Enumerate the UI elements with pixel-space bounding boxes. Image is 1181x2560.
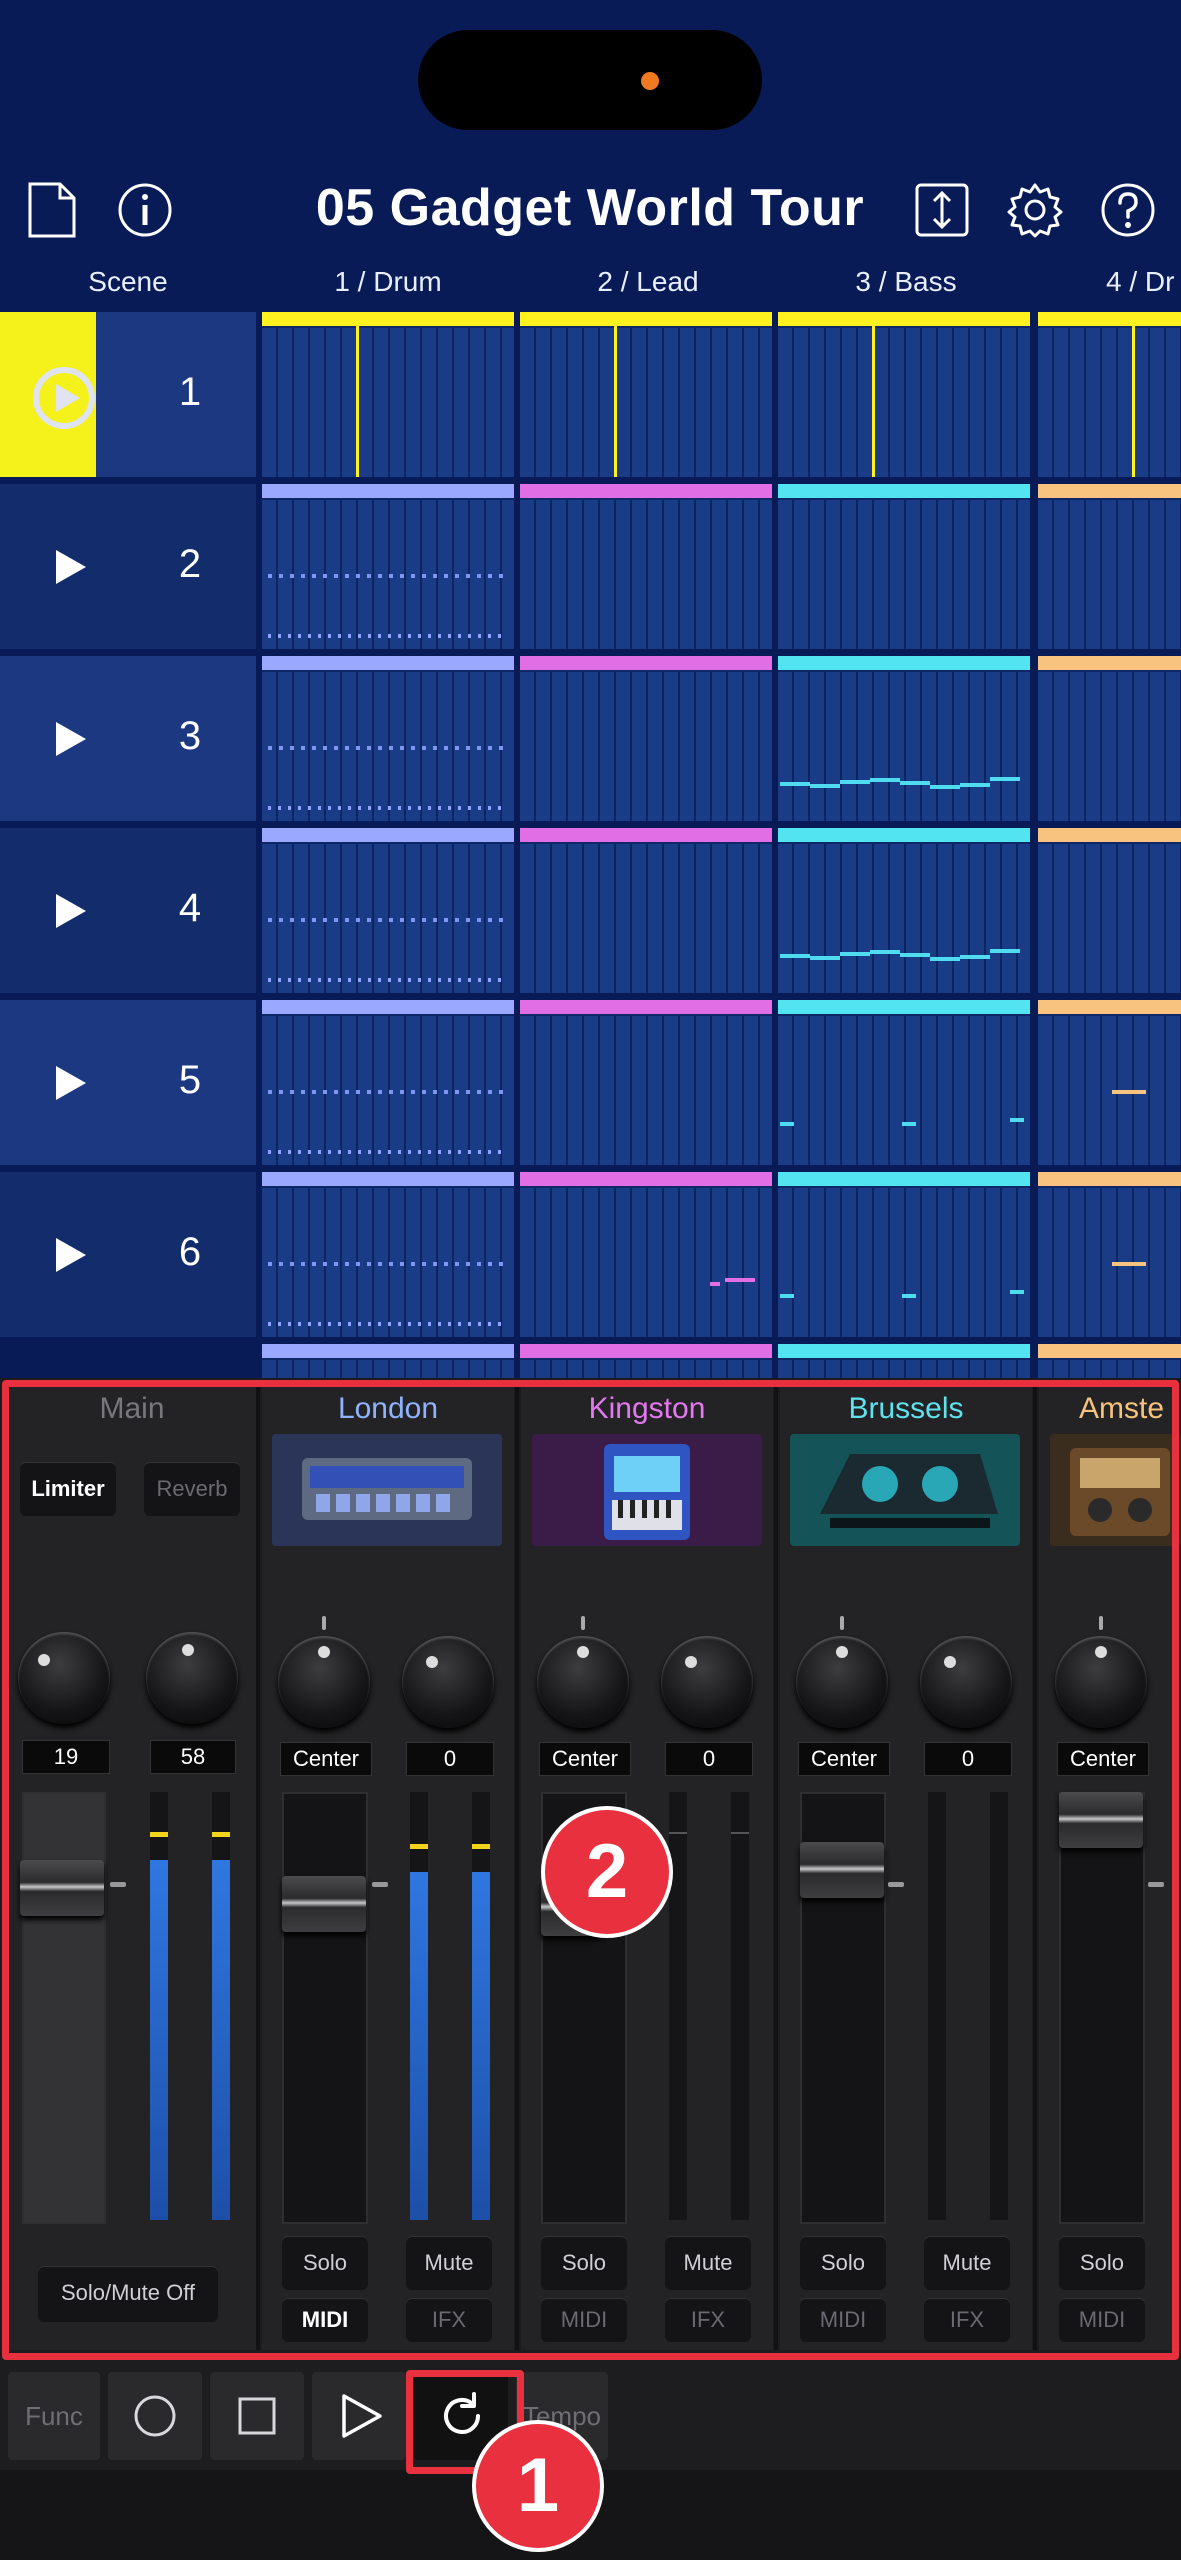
scene-row-5[interactable]: 5	[0, 1000, 256, 1165]
clip-cell[interactable]	[520, 484, 772, 649]
clip-cell[interactable]	[778, 1000, 1030, 1165]
scene-number: 5	[178, 1058, 202, 1102]
scene-play-icon[interactable]	[44, 542, 94, 592]
settings-gear-icon[interactable]	[1005, 180, 1065, 240]
scene-number: 2	[178, 542, 202, 586]
annotation-badge-2: 2	[545, 1810, 669, 1934]
clip-cell[interactable]	[262, 1000, 514, 1165]
clip-cell[interactable]	[262, 1172, 514, 1337]
clip-cell[interactable]	[1038, 484, 1181, 649]
clip-cell[interactable]	[778, 656, 1030, 821]
record-button[interactable]	[108, 2372, 202, 2460]
track-header-2[interactable]: 2 / Lead	[520, 266, 776, 302]
clip-cell[interactable]	[1038, 828, 1181, 993]
track-header-3[interactable]: 3 / Bass	[778, 266, 1034, 302]
resize-icon[interactable]	[912, 180, 972, 240]
scene-number: 1	[178, 370, 202, 414]
page-title: 05 Gadget World Tour	[315, 179, 865, 237]
clip-cell[interactable]	[1038, 656, 1181, 821]
scene-play-icon[interactable]	[44, 1058, 94, 1108]
scene-play-icon[interactable]	[44, 1230, 94, 1280]
clip-cell[interactable]	[520, 1000, 772, 1165]
dynamic-island	[418, 30, 762, 130]
annotation-badge-1: 1	[476, 2424, 600, 2548]
play-button[interactable]	[312, 2372, 406, 2460]
clip-cell[interactable]	[778, 828, 1030, 993]
clip-cell[interactable]	[778, 1344, 1030, 1378]
scene-number: 6	[178, 1230, 202, 1274]
recording-indicator	[641, 72, 659, 90]
clip-cell[interactable]	[520, 1344, 772, 1378]
scene-row-3[interactable]: 3	[0, 656, 256, 821]
track-header-1[interactable]: 1 / Drum	[260, 266, 516, 302]
clip-cell[interactable]	[262, 656, 514, 821]
scene-column-header: Scene	[88, 266, 168, 297]
scene-row-6[interactable]: 6	[0, 1172, 256, 1337]
clip-cell[interactable]	[520, 312, 772, 477]
clip-cell[interactable]	[262, 1344, 514, 1378]
clip-cell[interactable]	[778, 484, 1030, 649]
help-icon[interactable]	[1098, 180, 1158, 240]
scene-row-1[interactable]: 1	[0, 312, 256, 477]
track-header-4[interactable]: 4 / Dr	[1040, 266, 1181, 302]
clip-cell[interactable]	[1038, 1172, 1181, 1337]
scene-play-icon[interactable]	[30, 364, 98, 432]
clip-cell[interactable]	[520, 656, 772, 821]
record-icon	[134, 2395, 176, 2437]
scene-row-4[interactable]: 4	[0, 828, 256, 993]
clip-cell[interactable]	[1038, 1344, 1181, 1378]
clip-cell[interactable]	[520, 828, 772, 993]
play-icon	[342, 2394, 382, 2438]
clip-cell[interactable]	[520, 1172, 772, 1337]
info-icon[interactable]	[115, 180, 175, 240]
func-button[interactable]: Func	[8, 2372, 100, 2460]
clip-cell[interactable]	[778, 312, 1030, 477]
clip-cell[interactable]	[262, 828, 514, 993]
scene-play-icon[interactable]	[44, 886, 94, 936]
stop-button[interactable]	[210, 2372, 304, 2460]
clip-cell[interactable]	[262, 312, 514, 477]
clip-cell[interactable]	[262, 484, 514, 649]
clip-cell[interactable]	[1038, 312, 1181, 477]
scene-play-icon[interactable]	[44, 714, 94, 764]
scene-number: 4	[178, 886, 202, 930]
clip-cell[interactable]	[1038, 1000, 1181, 1165]
clip-cell[interactable]	[778, 1172, 1030, 1337]
stop-icon	[238, 2397, 276, 2435]
scene-row-2[interactable]: 2	[0, 484, 256, 649]
scene-number: 3	[178, 714, 202, 758]
new-document-icon[interactable]	[22, 180, 82, 240]
